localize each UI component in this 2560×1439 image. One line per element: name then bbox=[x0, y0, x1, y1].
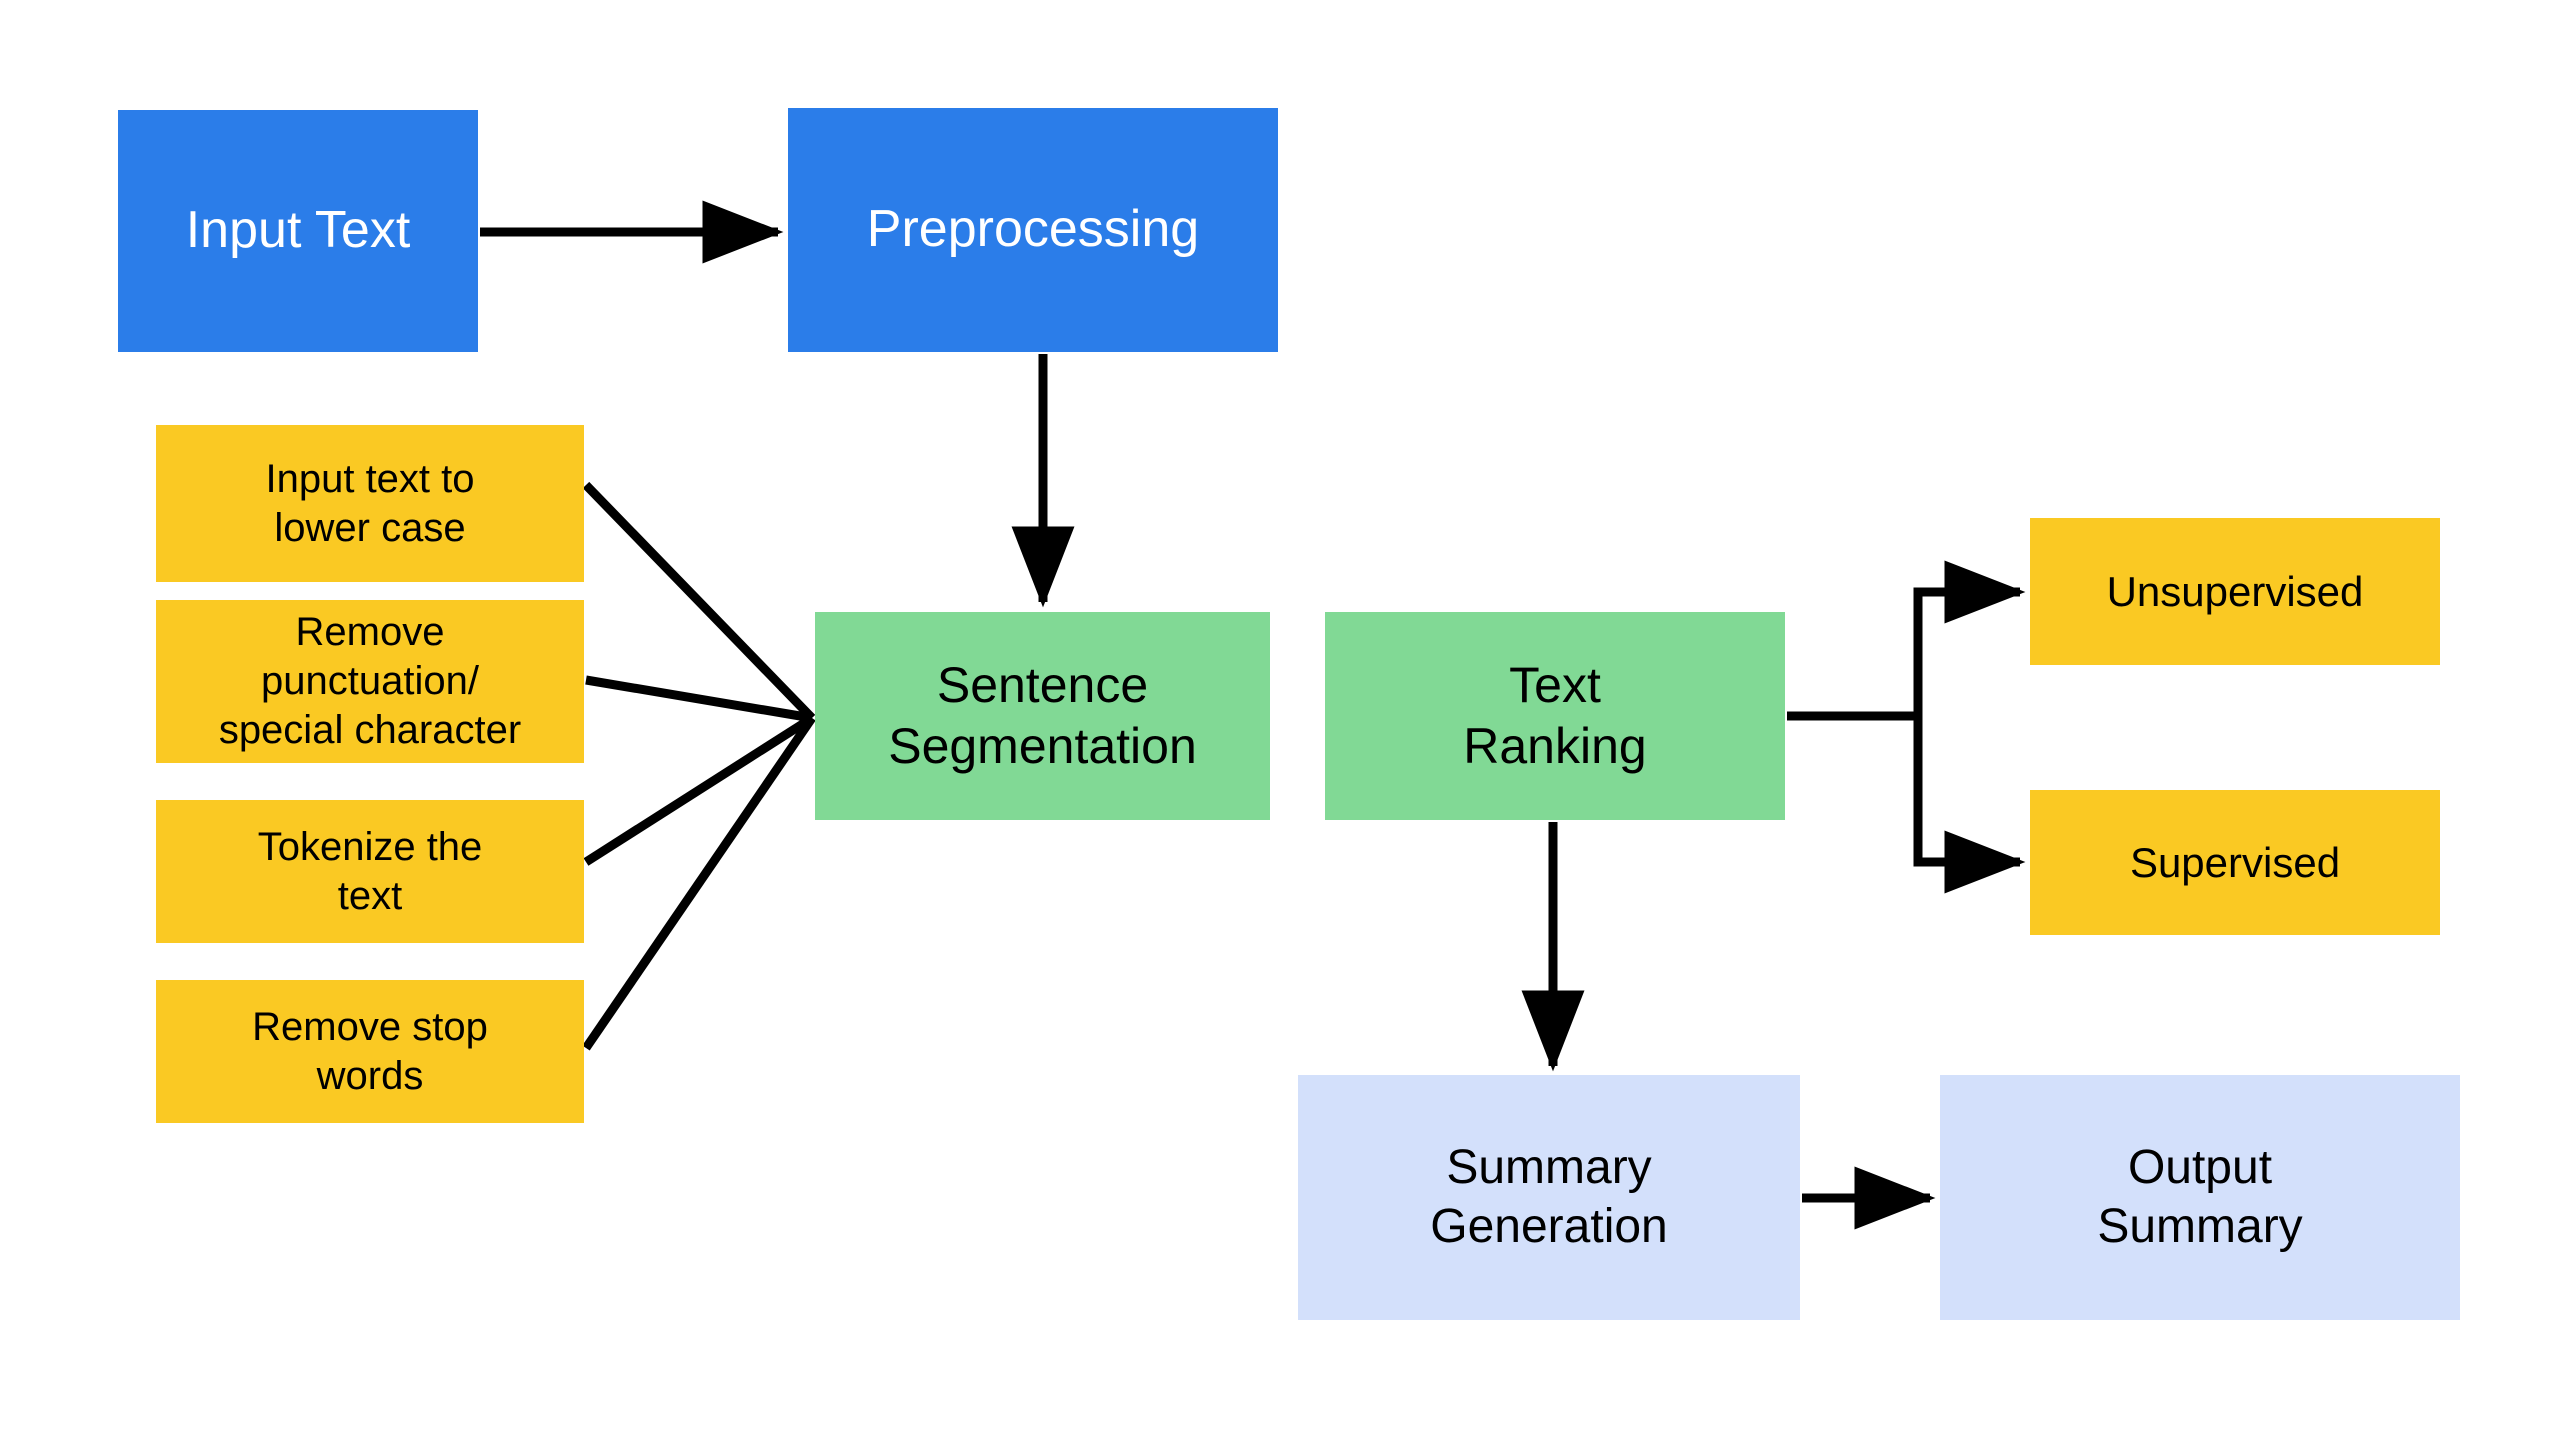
edge-text-ranking-to-supervised bbox=[1913, 716, 2026, 894]
node-summary-generation[interactable]: Summary Generation bbox=[1298, 1075, 1800, 1320]
node-preprocessing-step-remove-stop-words[interactable]: Remove stop words bbox=[156, 980, 584, 1123]
node-supervised[interactable]: Supervised bbox=[2030, 790, 2440, 935]
edge-step-3-to-sentence-segmentation bbox=[582, 715, 816, 1051]
edge-step-0-to-sentence-segmentation bbox=[582, 481, 816, 722]
node-preprocessing[interactable]: Preprocessing bbox=[788, 108, 1278, 352]
node-preprocessing-step-remove-punctuation[interactable]: Remove punctuation/ special character bbox=[156, 600, 584, 763]
edge-text-ranking-to-unsupervised bbox=[1787, 560, 2026, 721]
flowchart-canvas: Input Text Preprocessing Input text to l… bbox=[0, 0, 2560, 1439]
node-text-ranking[interactable]: Text Ranking bbox=[1325, 612, 1785, 820]
node-preprocessing-step-lowercase[interactable]: Input text to lower case bbox=[156, 425, 584, 582]
node-unsupervised[interactable]: Unsupervised bbox=[2030, 518, 2440, 665]
edge-step-1-to-sentence-segmentation bbox=[585, 675, 813, 723]
node-input-text[interactable]: Input Text bbox=[118, 110, 478, 352]
edge-step-2-to-sentence-segmentation bbox=[583, 714, 815, 866]
node-output-summary[interactable]: Output Summary bbox=[1940, 1075, 2460, 1320]
node-sentence-segmentation[interactable]: Sentence Segmentation bbox=[815, 612, 1270, 820]
node-preprocessing-step-tokenize[interactable]: Tokenize the text bbox=[156, 800, 584, 943]
